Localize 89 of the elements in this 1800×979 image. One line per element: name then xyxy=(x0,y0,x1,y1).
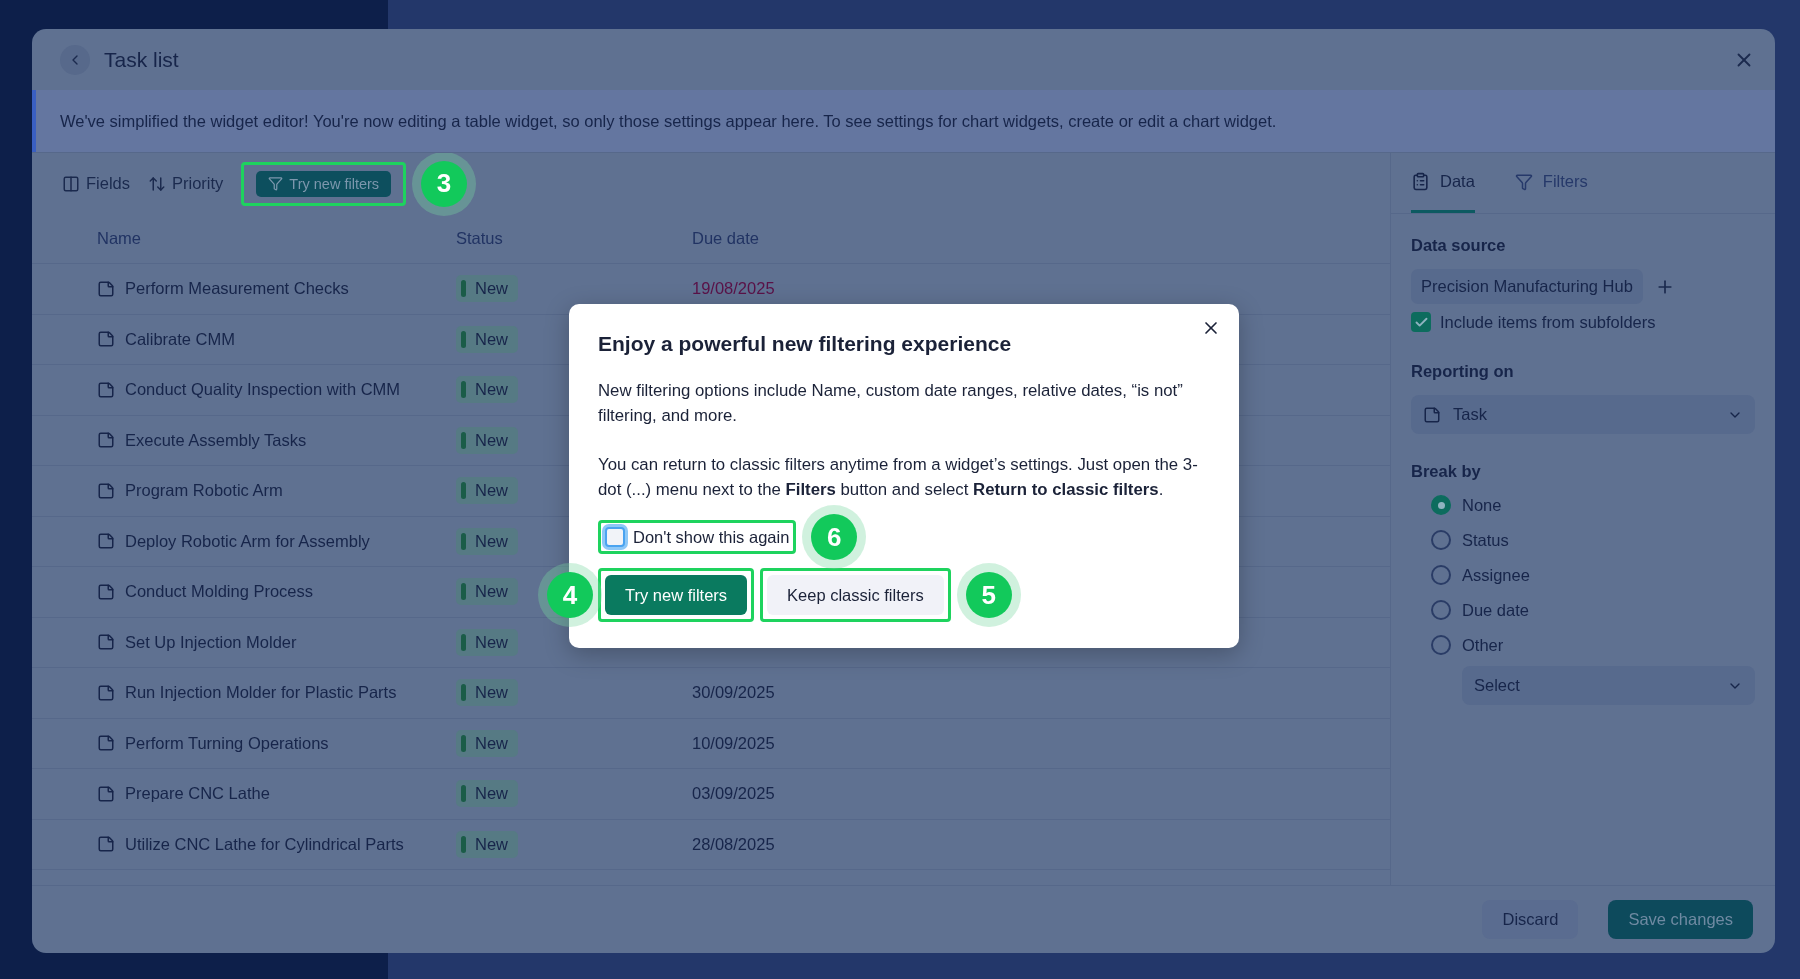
status-badge: New xyxy=(456,729,518,757)
task-icon xyxy=(97,582,115,601)
task-name[interactable]: Utilize CNC Lathe for Cylindrical Parts xyxy=(97,834,456,854)
radio-button[interactable] xyxy=(1431,635,1451,655)
due-date: 03/09/2025 xyxy=(692,784,776,804)
reporting-on-dropdown[interactable]: Task xyxy=(1411,395,1755,434)
task-icon xyxy=(97,835,115,854)
radio-label: Due date xyxy=(1462,600,1529,620)
status-badge: New xyxy=(456,628,518,656)
toolbar-button[interactable]: Fields xyxy=(62,174,130,193)
status-badge: New xyxy=(456,578,518,606)
checkbox[interactable] xyxy=(1411,312,1431,332)
task-icon xyxy=(97,431,115,450)
status-badge: New xyxy=(456,830,518,858)
toolbar-button[interactable]: Priority xyxy=(148,174,224,193)
task-name[interactable]: Calibrate CMM xyxy=(97,329,456,349)
task-icon xyxy=(97,784,115,803)
radio-label: Status xyxy=(1462,530,1509,550)
dialog-text: New filtering options include Name, custom date ranges, relative dates, “is not” filtering, and more. xyxy=(598,380,1184,427)
radio-button[interactable] xyxy=(1431,565,1451,585)
info-banner: We've simplified the widget editor! You're now editing a table widget, so only those settings appear here. To see settings for chart widgets, create or edit a chart widget. xyxy=(32,90,1775,152)
checkbox[interactable] xyxy=(605,527,625,547)
task-icon xyxy=(97,734,115,753)
data-source-chip[interactable]: Precision Manufacturing Hub xyxy=(1411,269,1643,304)
task-icon xyxy=(97,330,115,349)
panel-tab[interactable]: Data xyxy=(1411,153,1475,213)
column-header: Status xyxy=(456,229,504,248)
task-icon xyxy=(97,683,115,702)
task-icon xyxy=(97,481,115,500)
discard-button[interactable]: Discard xyxy=(1482,900,1579,939)
due-date: 30/09/2025 xyxy=(692,683,776,703)
due-date: 28/08/2025 xyxy=(692,834,776,854)
back-button[interactable] xyxy=(60,44,90,75)
task-name[interactable]: Perform Measurement Checks xyxy=(97,279,456,299)
status-badge: New xyxy=(456,679,518,707)
task-name[interactable]: Program Robotic Arm xyxy=(97,481,456,501)
section-heading: Break by xyxy=(1411,462,1482,481)
task-name[interactable]: Perform Turning Operations xyxy=(97,733,456,753)
task-name[interactable]: Run Injection Molder for Plastic Parts xyxy=(97,683,456,703)
task-name[interactable]: Execute Assembly Tasks xyxy=(97,430,456,450)
sort-icon xyxy=(148,174,166,193)
status-badge: New xyxy=(456,325,518,353)
funnel-icon xyxy=(268,176,284,191)
due-date: 19/08/2025 xyxy=(692,279,776,299)
dialog-text: You can return to classic filters anytime from a widget’s settings. Just open the 3-dot (...) menu next to the Filters button and select Return to classic filters. xyxy=(598,454,1199,501)
checkbox-label: Include items from subfolders xyxy=(1440,312,1656,332)
select-dropdown[interactable]: Select xyxy=(1462,666,1755,705)
task-icon xyxy=(97,380,115,399)
task-name[interactable]: Conduct Quality Inspection with CMM xyxy=(97,380,456,400)
step-number-badge: 3 xyxy=(421,160,468,207)
status-badge: New xyxy=(456,477,518,505)
status-badge: New xyxy=(456,426,518,454)
task-name[interactable]: Conduct Molding Process xyxy=(97,582,456,602)
primary-button[interactable]: Try new filters xyxy=(605,575,748,615)
dialog-title: Enjoy a powerful new filtering experience xyxy=(598,332,1013,356)
step-number-badge: 5 xyxy=(965,572,1012,618)
panel-tab[interactable]: Filters xyxy=(1514,153,1588,213)
status-badge: New xyxy=(456,527,518,555)
radio-button[interactable] xyxy=(1431,495,1451,515)
radio-label: None xyxy=(1462,495,1502,515)
radio-button[interactable] xyxy=(1431,600,1451,620)
secondary-button[interactable]: Keep classic filters xyxy=(767,575,944,615)
column-header: Due date xyxy=(692,229,760,248)
radio-label: Assignee xyxy=(1462,565,1530,585)
section-heading: Data source xyxy=(1411,236,1507,255)
column-header: Name xyxy=(97,229,142,248)
task-icon xyxy=(97,279,115,298)
step-number-badge: 4 xyxy=(547,572,593,618)
funnel-icon xyxy=(1514,172,1533,191)
status-badge: New xyxy=(456,376,518,404)
radio-label: Other xyxy=(1462,635,1504,655)
step-number-badge: 6 xyxy=(811,514,858,560)
task-icon xyxy=(1423,405,1441,424)
task-icon xyxy=(97,532,115,551)
section-heading: Reporting on xyxy=(1411,362,1515,381)
save-button[interactable]: Save changes xyxy=(1608,900,1753,939)
task-name[interactable]: Set Up Injection Molder xyxy=(97,632,456,652)
clipboard-icon xyxy=(1411,172,1430,191)
status-badge: New xyxy=(456,780,518,808)
task-icon xyxy=(97,633,115,652)
radio-button[interactable] xyxy=(1431,530,1451,550)
toolbar-button[interactable]: Try new filters xyxy=(256,170,392,197)
checkbox-label: Don't show this again xyxy=(633,527,790,547)
status-badge: New xyxy=(456,275,518,303)
columns-icon xyxy=(62,174,80,193)
due-date: 10/09/2025 xyxy=(692,733,776,753)
window-title: Task list xyxy=(104,47,179,72)
task-name[interactable]: Prepare CNC Lathe xyxy=(97,784,456,804)
task-name[interactable]: Deploy Robotic Arm for Assembly xyxy=(97,531,456,551)
